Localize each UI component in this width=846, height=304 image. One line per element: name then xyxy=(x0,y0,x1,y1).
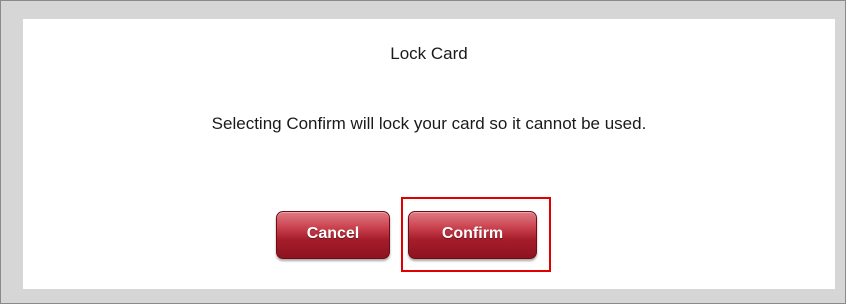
lock-card-dialog: Lock Card Selecting Confirm will lock yo… xyxy=(23,19,835,289)
cancel-button[interactable]: Cancel xyxy=(276,211,390,259)
dialog-message: Selecting Confirm will lock your card so… xyxy=(211,114,647,133)
confirm-button[interactable]: Confirm xyxy=(408,211,537,259)
dialog-frame: Lock Card Selecting Confirm will lock yo… xyxy=(0,0,846,304)
dialog-title: Lock Card xyxy=(390,44,468,63)
